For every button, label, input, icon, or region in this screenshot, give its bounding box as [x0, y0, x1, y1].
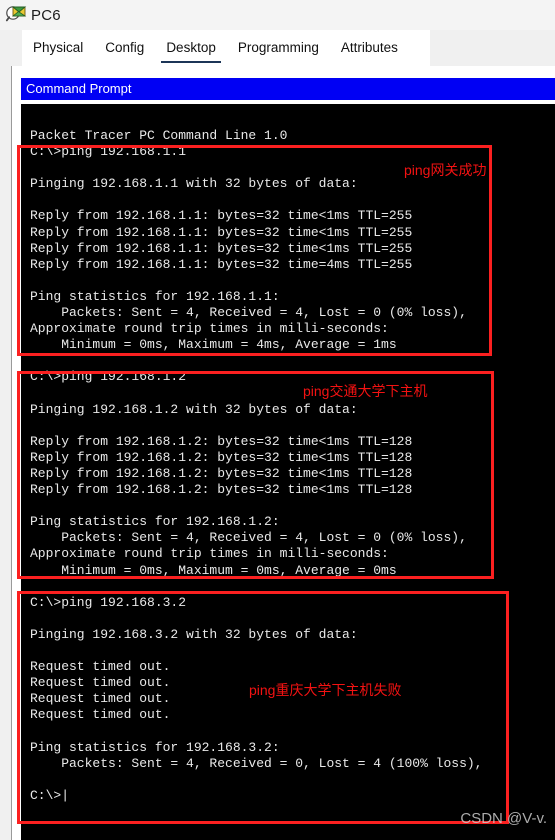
annotation-label-ping-gateway: ping网关成功 [404, 162, 487, 178]
packet-tracer-pc-window: PC6 Physical Config Desktop Programming … [0, 0, 555, 840]
csdn-watermark: CSDN @V-v. [460, 810, 547, 827]
annotation-label-ping-chongqing-host: ping重庆大学下主机失败 [249, 682, 402, 698]
window-title: PC6 [31, 6, 61, 24]
tab-programming[interactable]: Programming [227, 30, 330, 66]
panel-left-gutter [0, 66, 11, 840]
annotation-label-ping-jiaotong-host: ping交通大学下主机 [303, 383, 428, 399]
window-titlebar: PC6 [0, 0, 555, 30]
tab-strip: Physical Config Desktop Programming Attr… [0, 30, 555, 66]
terminal-text: Packet Tracer PC Command Line 1.0 C:\>pi… [30, 128, 483, 803]
tab-config[interactable]: Config [94, 30, 155, 66]
terminal-output-area[interactable]: Packet Tracer PC Command Line 1.0 C:\>pi… [21, 104, 555, 840]
command-prompt-titlebar: Command Prompt [21, 78, 555, 100]
pc-device-icon [5, 4, 27, 26]
tab-attributes[interactable]: Attributes [330, 30, 409, 66]
command-prompt-title: Command Prompt [26, 81, 132, 96]
tab-desktop[interactable]: Desktop [155, 30, 227, 66]
tab-physical[interactable]: Physical [22, 30, 94, 66]
